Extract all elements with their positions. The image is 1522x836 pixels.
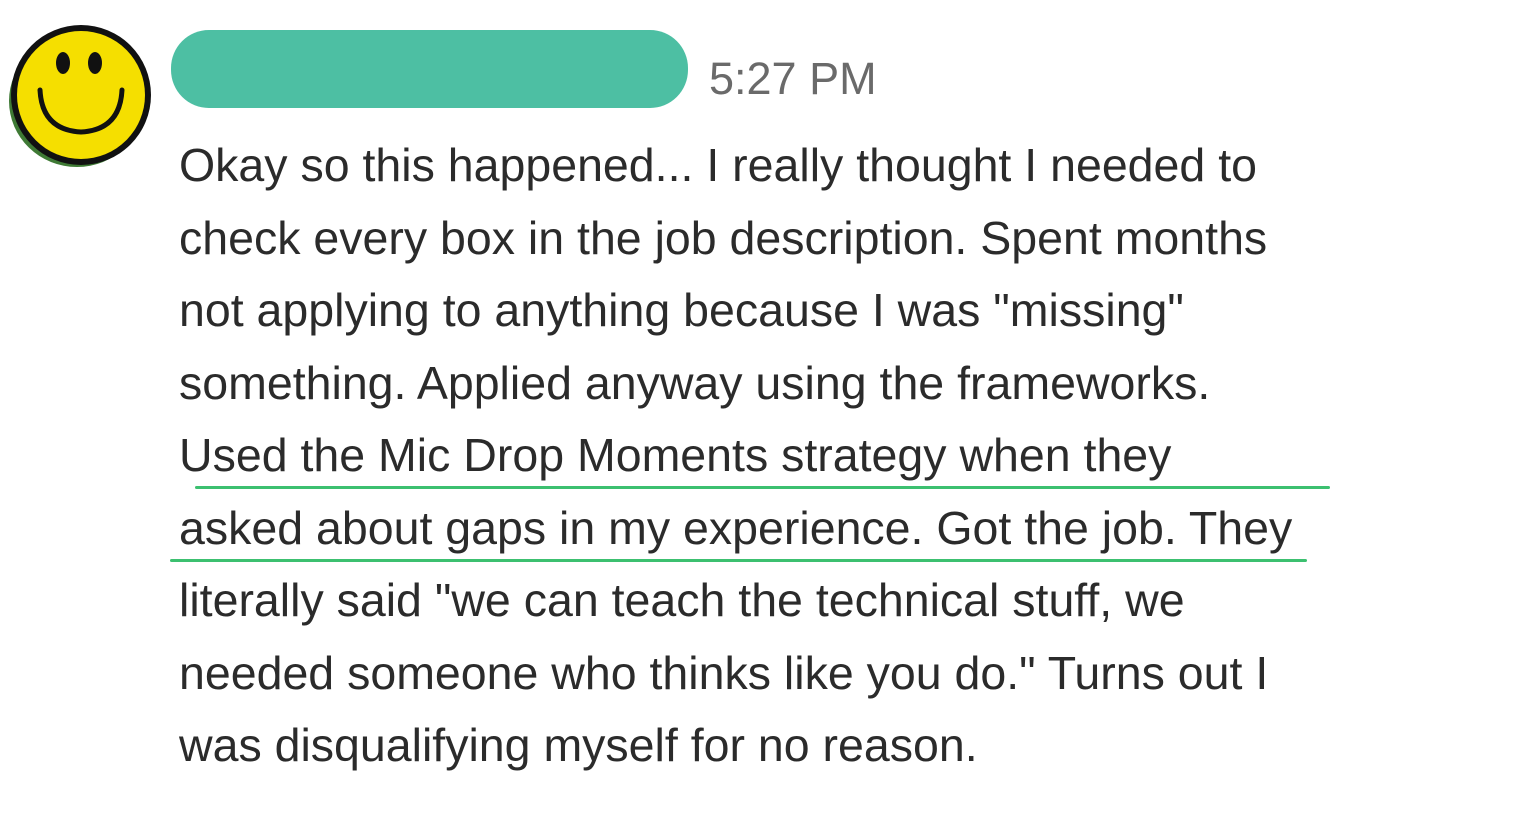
- message-line: not applying to anything because I was "…: [179, 284, 1184, 336]
- highlight-underline: [195, 486, 1330, 489]
- highlight-underline: [170, 559, 1307, 562]
- redacted-username: [171, 30, 688, 108]
- message-timestamp: 5:27 PM: [709, 53, 877, 104]
- message-line: needed someone who thinks like you do." …: [179, 646, 1269, 699]
- message-line: literally said "we can teach the technic…: [179, 574, 1185, 626]
- message-line: check every box in the job description. …: [179, 211, 1268, 264]
- message-body: Okay so this happened... I really though…: [179, 135, 1499, 788]
- smiley-face-icon: [9, 25, 151, 167]
- avatar[interactable]: [6, 18, 152, 170]
- message-line: was disqualifying myself for no reason.: [179, 719, 978, 771]
- message-line: something. Applied anyway using the fram…: [179, 356, 1211, 409]
- message-line: Okay so this happened... I really though…: [179, 139, 1257, 191]
- chat-message: 5:27 PM Okay so this happened... I reall…: [0, 0, 1522, 836]
